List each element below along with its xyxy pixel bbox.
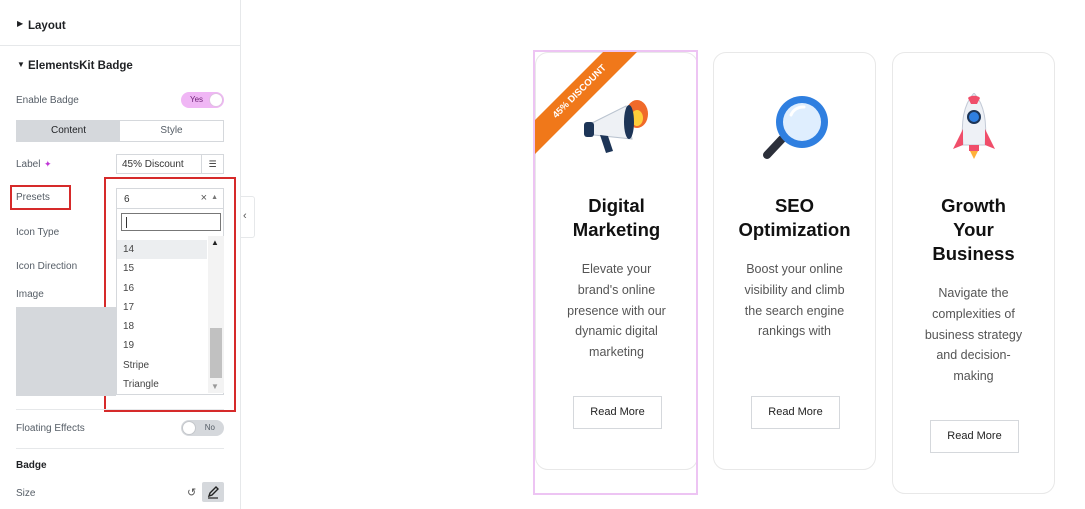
floating-effects-toggle[interactable]: No — [181, 420, 224, 436]
label-input[interactable]: 45% Discount ☰ — [116, 154, 224, 174]
image-placeholder[interactable] — [16, 307, 116, 396]
badge-section-title: ElementsKit Badge — [28, 60, 133, 72]
dynamic-tags-icon[interactable]: ☰ — [201, 155, 223, 173]
content-style-tabs: Content Style — [16, 120, 224, 142]
tab-content[interactable]: Content — [17, 121, 120, 141]
read-more-button[interactable]: Read More — [751, 396, 840, 429]
reset-icon[interactable]: ↺ — [187, 486, 196, 499]
label-input-value: 45% Discount — [122, 159, 184, 170]
service-card-seo-optimization: SEO Optimization Boost your online visib… — [713, 52, 876, 470]
editor-panel: ▶ Layout ▼ ElementsKit Badge Enable Badg… — [0, 0, 241, 509]
pencil-icon — [207, 486, 219, 499]
ai-sparkle-icon[interactable]: ✦ — [44, 159, 52, 170]
toggle-knob — [209, 93, 223, 107]
enable-badge-toggle-text: Yes — [190, 95, 204, 104]
label-field-label: Label — [16, 159, 41, 170]
floating-effects-toggle-text: No — [204, 423, 215, 432]
enable-badge-toggle[interactable]: Yes — [181, 92, 224, 108]
icon-type-label: Icon Type — [16, 227, 60, 238]
enable-badge-label: Enable Badge — [16, 95, 79, 106]
layout-section-header[interactable]: ▶ Layout — [0, 0, 240, 46]
rocket-icon — [893, 92, 1054, 159]
card-title: Growth Your Business — [932, 195, 1015, 264]
panel-collapse-button[interactable]: ‹ — [241, 196, 255, 238]
card-description: Navigate the complexities of business st… — [924, 286, 1023, 384]
service-card-growth-business: Growth Your Business Navigate the comple… — [892, 52, 1055, 494]
image-label: Image — [16, 289, 44, 300]
icon-direction-label: Icon Direction — [16, 261, 78, 272]
badge-section-header[interactable]: ▼ ElementsKit Badge — [0, 46, 240, 92]
dropdown-highlight-box — [104, 177, 236, 412]
presets-highlight-box — [10, 185, 71, 210]
size-label: Size — [16, 488, 36, 499]
divider — [16, 448, 224, 449]
chevron-left-icon: ‹ — [243, 210, 247, 222]
selected-widget-frame[interactable] — [533, 50, 698, 495]
toggle-knob — [182, 421, 196, 435]
badge-subheading: Badge — [16, 460, 47, 471]
card-description: Boost your online visibility and climb t… — [744, 262, 845, 339]
edit-pencil-button[interactable] — [202, 482, 224, 502]
card-title: SEO Optimization — [738, 195, 851, 240]
layout-section-title: Layout — [28, 20, 66, 32]
magnifier-icon — [714, 93, 875, 159]
caret-down-icon: ▼ — [17, 60, 25, 69]
tab-style[interactable]: Style — [120, 121, 223, 141]
floating-effects-label: Floating Effects — [16, 423, 85, 434]
caret-right-icon: ▶ — [17, 19, 24, 28]
read-more-button[interactable]: Read More — [930, 420, 1019, 453]
divider — [16, 409, 224, 410]
